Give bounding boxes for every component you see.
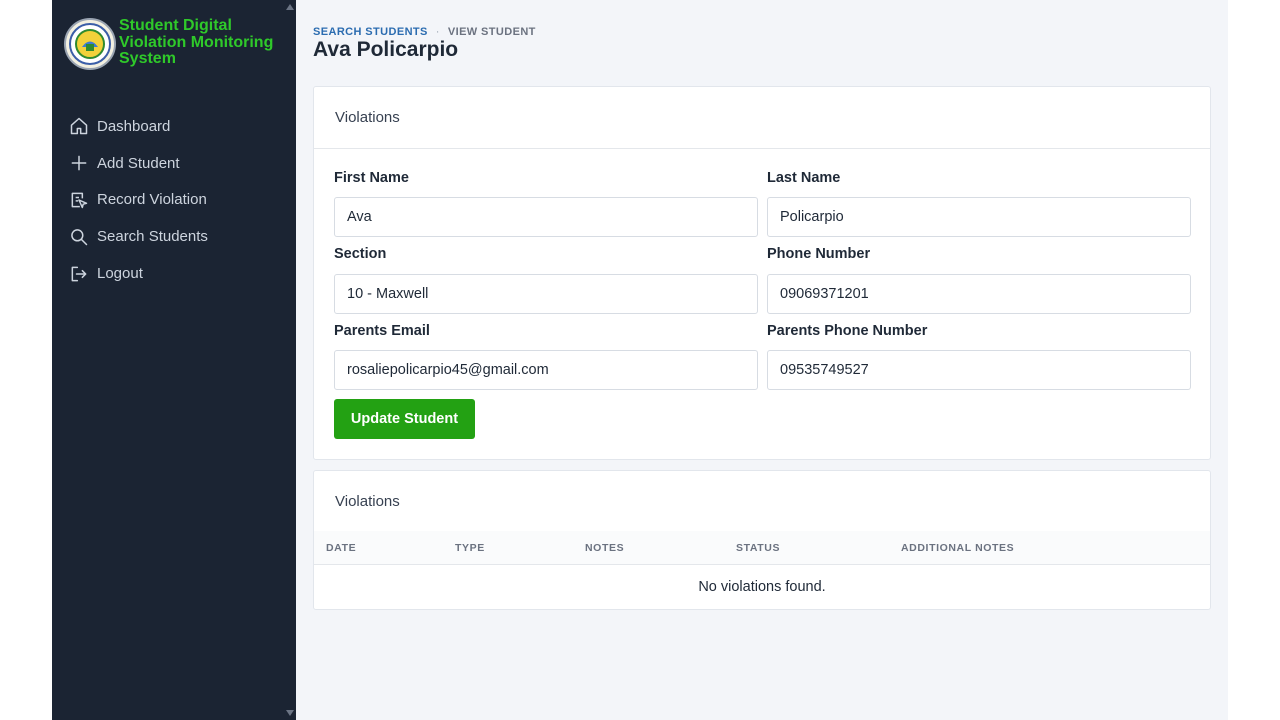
update-student-button[interactable]: Update Student — [334, 399, 475, 439]
column-header-date: DATE — [326, 542, 357, 554]
sidebar-item-add-student[interactable]: Add Student — [52, 145, 296, 182]
column-header-type: TYPE — [455, 542, 485, 554]
section-input[interactable] — [334, 274, 758, 314]
record-icon — [71, 192, 88, 209]
violations-table-header: DATE TYPE NOTES STATUS ADDITIONAL NOTES — [314, 531, 1210, 565]
column-header-additional-notes: ADDITIONAL NOTES — [901, 542, 1015, 554]
sidebar-item-logout[interactable]: Logout — [52, 255, 296, 292]
brand: Student Digital Violation Monitoring Sys… — [64, 17, 289, 70]
card-header: Violations — [314, 87, 1210, 149]
breadcrumb-search-students[interactable]: SEARCH STUDENTS — [313, 26, 428, 38]
column-header-notes: NOTES — [585, 542, 625, 554]
breadcrumb: SEARCH STUDENTS · VIEW STUDENT — [313, 26, 536, 38]
empty-table-message: No violations found. — [698, 579, 826, 595]
column-header-status: STATUS — [736, 542, 781, 554]
sidebar-nav: Dashboard Add Student Record Violation S… — [52, 108, 296, 292]
sidebar-item-record-violation[interactable]: Record Violation — [52, 182, 296, 219]
app-title-line: System — [119, 50, 176, 67]
scroll-down-arrow[interactable] — [286, 710, 294, 716]
scroll-up-arrow[interactable] — [286, 4, 294, 10]
app-title-line: Violation Monitoring — [119, 33, 274, 51]
sidebar: Student Digital Violation Monitoring Sys… — [52, 0, 296, 720]
sidebar-item-dashboard[interactable]: Dashboard — [52, 108, 296, 145]
violations-card: Violations DATE TYPE NOTES STATUS ADDITI… — [313, 470, 1211, 610]
sidebar-item-label: Search Students — [97, 228, 208, 246]
page-title: Ava Policarpio — [313, 38, 459, 61]
breadcrumb-separator: · — [435, 26, 440, 38]
sidebar-item-search-students[interactable]: Search Students — [52, 218, 296, 255]
sidebar-item-label: Dashboard — [97, 117, 171, 135]
app-window: Student Digital Violation Monitoring Sys… — [52, 0, 1228, 720]
parents-email-label: Parents Email — [334, 323, 430, 339]
plus-icon — [71, 155, 87, 171]
sidebar-item-label: Logout — [97, 265, 143, 283]
student-form-card: Violations First Name Last Name Section … — [313, 86, 1211, 460]
breadcrumb-current: VIEW STUDENT — [447, 26, 536, 38]
logout-icon — [71, 266, 87, 281]
app-title: Student Digital Violation Monitoring Sys… — [119, 17, 289, 68]
parents-phone-input[interactable] — [767, 350, 1191, 390]
parents-phone-label: Parents Phone Number — [767, 323, 928, 339]
sidebar-item-label: Record Violation — [97, 191, 207, 209]
school-logo-icon — [64, 18, 116, 70]
main-content: SEARCH STUDENTS · VIEW STUDENT Ava Polic… — [296, 0, 1228, 720]
parents-email-input[interactable] — [334, 350, 758, 390]
phone-number-label: Phone Number — [767, 246, 871, 262]
home-icon — [70, 118, 88, 135]
section-label: Section — [334, 246, 387, 262]
last-name-label: Last Name — [767, 170, 841, 186]
phone-number-input[interactable] — [767, 274, 1191, 314]
last-name-input[interactable] — [767, 197, 1191, 237]
sidebar-item-label: Add Student — [97, 154, 180, 172]
search-icon — [71, 228, 88, 246]
app-title-line: Student Digital — [119, 17, 232, 34]
first-name-input[interactable] — [334, 197, 758, 237]
first-name-label: First Name — [334, 170, 409, 186]
card-header: Violations — [314, 471, 1210, 533]
